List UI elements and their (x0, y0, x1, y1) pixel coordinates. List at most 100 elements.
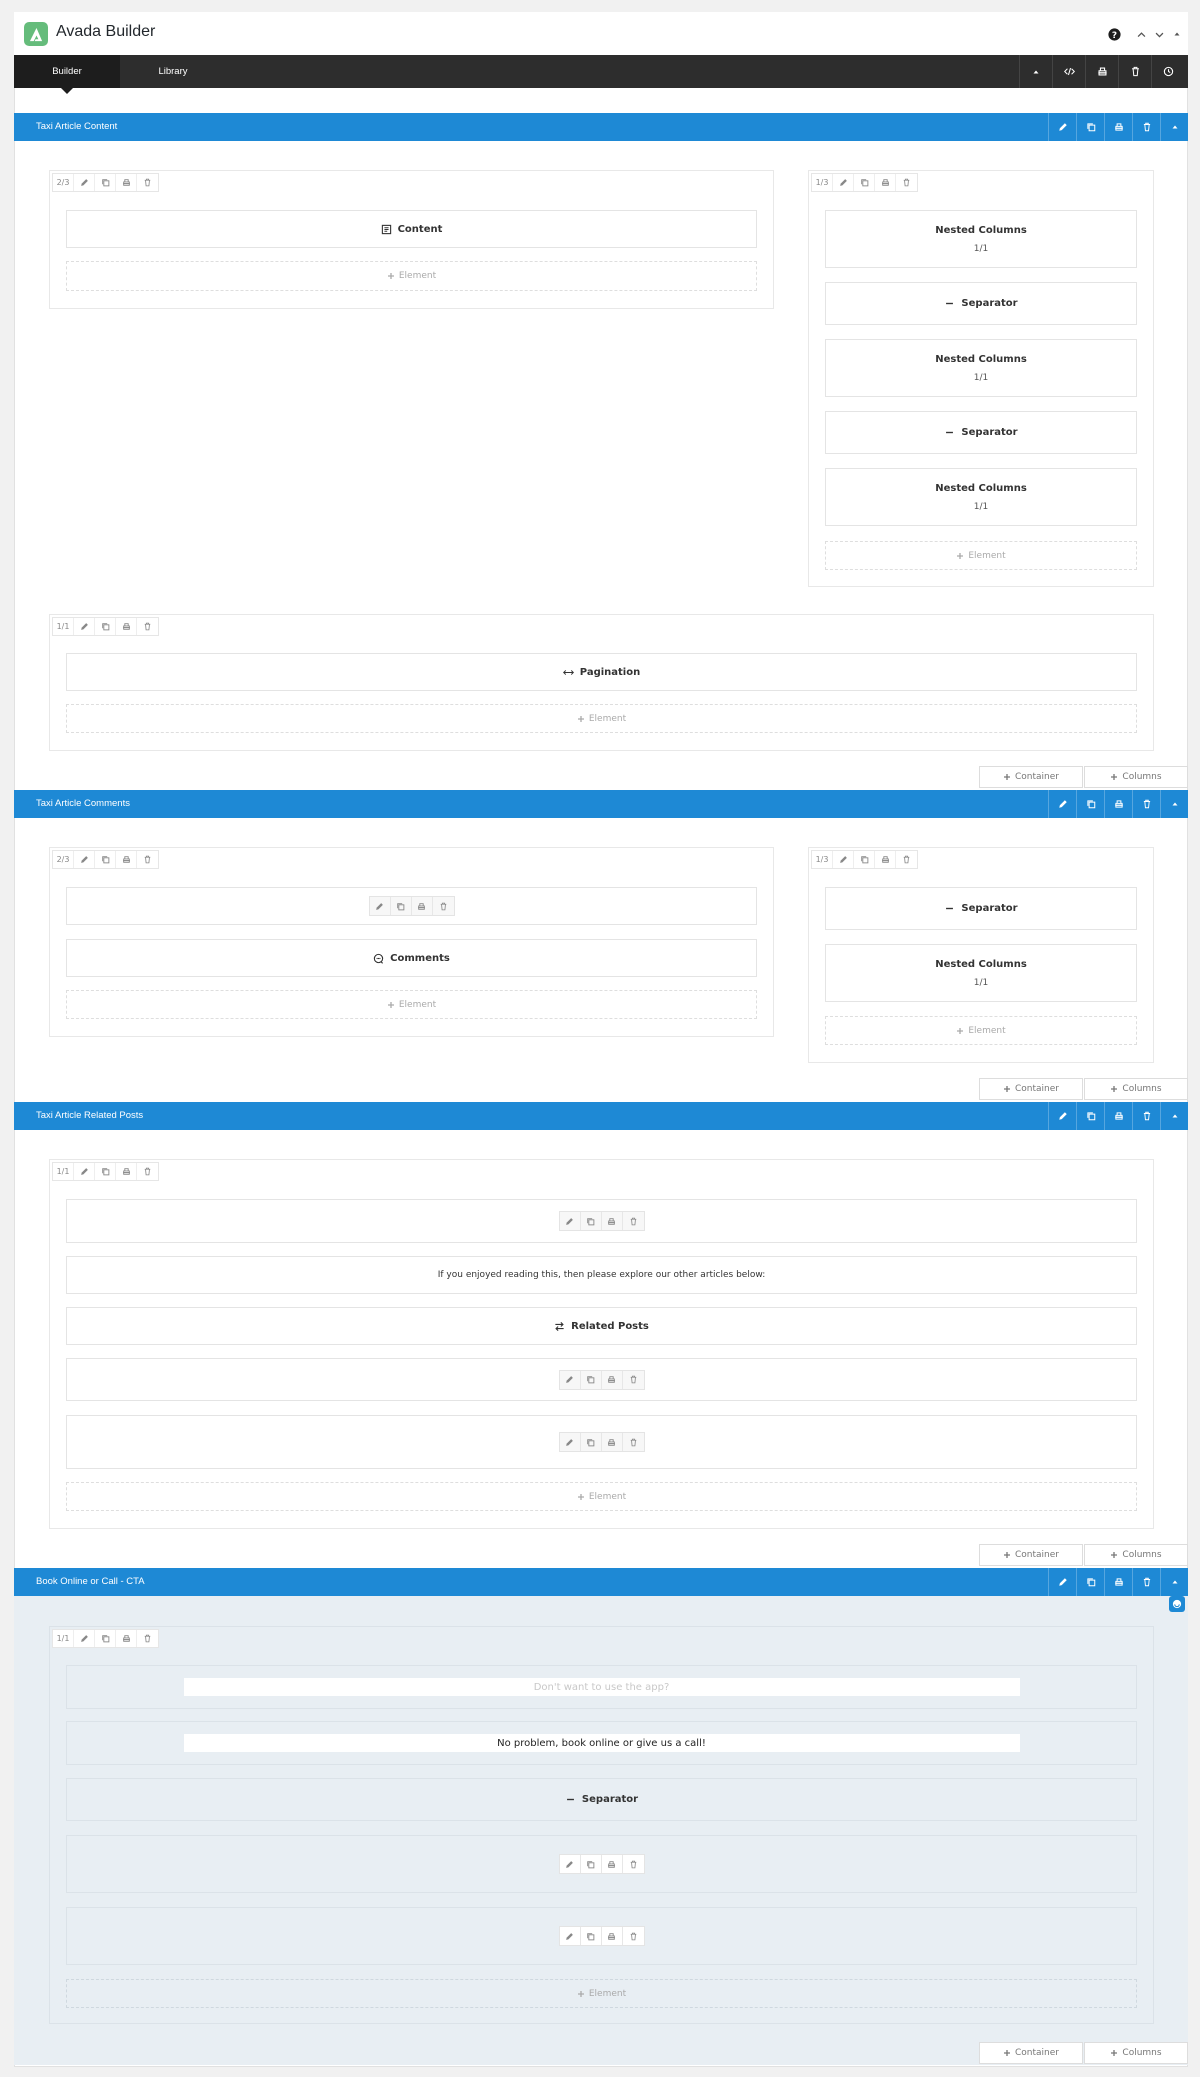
chevron-down-icon[interactable] (1150, 25, 1168, 43)
edit-container-icon[interactable] (1048, 1568, 1076, 1596)
delete-element-icon[interactable] (623, 1855, 644, 1873)
save-container-icon[interactable] (1104, 1102, 1132, 1130)
help-icon[interactable] (1105, 25, 1123, 43)
add-element-button[interactable]: Element (66, 704, 1137, 733)
tab-builder[interactable]: Builder (14, 55, 120, 94)
element-separator[interactable]: Separator (66, 1778, 1137, 1821)
add-columns-button[interactable]: Columns (1084, 2042, 1188, 2064)
add-columns-button[interactable]: Columns (1084, 1078, 1188, 1100)
element-unlabeled[interactable] (66, 1835, 1137, 1893)
nav-collapse-icon[interactable] (1019, 55, 1052, 88)
clone-element-icon[interactable] (581, 1433, 602, 1451)
delete-column-icon[interactable] (896, 851, 917, 868)
chevron-up-icon[interactable] (1132, 25, 1150, 43)
clone-column-icon[interactable] (854, 851, 875, 868)
save-layout-icon[interactable] (1085, 55, 1118, 88)
delete-column-icon[interactable] (137, 618, 158, 635)
element-related-posts[interactable]: Related Posts (66, 1307, 1137, 1345)
clone-column-icon[interactable] (95, 1163, 116, 1180)
save-column-icon[interactable] (116, 1630, 137, 1647)
delete-column-icon[interactable] (896, 174, 917, 191)
clone-element-icon[interactable] (581, 1855, 602, 1873)
clone-column-icon[interactable] (95, 618, 116, 635)
element-pagination[interactable]: Pagination (66, 653, 1137, 691)
delete-container-icon[interactable] (1132, 1568, 1160, 1596)
clone-column-icon[interactable] (854, 174, 875, 191)
add-container-button[interactable]: Container (979, 766, 1083, 788)
edit-container-icon[interactable] (1048, 113, 1076, 141)
chat-bubble-icon[interactable] (1169, 1596, 1185, 1612)
edit-element-icon[interactable] (560, 1212, 581, 1230)
container-bar[interactable]: Taxi Article Comments (14, 790, 1188, 818)
clone-column-icon[interactable] (95, 1630, 116, 1647)
save-container-icon[interactable] (1104, 1568, 1132, 1596)
delete-column-icon[interactable] (137, 851, 158, 868)
add-element-button[interactable]: Element (66, 261, 757, 291)
container-bar[interactable]: Book Online or Call - CTA (14, 1568, 1188, 1596)
clone-container-icon[interactable] (1076, 1102, 1104, 1130)
add-element-button[interactable]: Element (825, 541, 1137, 570)
collapse-container-icon[interactable] (1160, 1102, 1188, 1130)
save-element-icon[interactable] (602, 1855, 623, 1873)
delete-column-icon[interactable] (137, 174, 158, 191)
save-element-icon[interactable] (602, 1433, 623, 1451)
save-column-icon[interactable] (116, 174, 137, 191)
element-nested-columns[interactable]: Nested Columns 1/1 (825, 944, 1137, 1002)
add-container-button[interactable]: Container (979, 1544, 1083, 1566)
clone-container-icon[interactable] (1076, 113, 1104, 141)
clone-column-icon[interactable] (95, 174, 116, 191)
collapse-container-icon[interactable] (1160, 1568, 1188, 1596)
edit-container-icon[interactable] (1048, 1102, 1076, 1130)
clone-element-icon[interactable] (391, 897, 412, 915)
save-column-icon[interactable] (116, 1163, 137, 1180)
edit-column-icon[interactable] (833, 174, 854, 191)
delete-column-icon[interactable] (137, 1630, 158, 1647)
element-unlabeled[interactable] (66, 1358, 1137, 1401)
element-nested-columns[interactable]: Nested Columns 1/1 (825, 339, 1137, 397)
edit-container-icon[interactable] (1048, 790, 1076, 818)
save-container-icon[interactable] (1104, 113, 1132, 141)
history-icon[interactable] (1151, 55, 1184, 88)
delete-element-icon[interactable] (623, 1212, 644, 1230)
edit-element-icon[interactable] (370, 897, 391, 915)
element-title[interactable]: Don't want to use the app? (66, 1665, 1137, 1709)
add-container-button[interactable]: Container (979, 2042, 1083, 2064)
delete-element-icon[interactable] (433, 897, 454, 915)
delete-container-icon[interactable] (1132, 1102, 1160, 1130)
edit-column-icon[interactable] (833, 851, 854, 868)
delete-container-icon[interactable] (1132, 113, 1160, 141)
save-column-icon[interactable] (875, 174, 896, 191)
clone-element-icon[interactable] (581, 1370, 602, 1389)
save-element-icon[interactable] (602, 1927, 623, 1945)
edit-column-icon[interactable] (74, 1163, 95, 1180)
add-columns-button[interactable]: Columns (1084, 1544, 1188, 1566)
element-separator[interactable]: Separator (825, 411, 1137, 454)
add-columns-button[interactable]: Columns (1084, 766, 1188, 788)
code-view-icon[interactable] (1052, 55, 1085, 88)
edit-element-icon[interactable] (560, 1927, 581, 1945)
column-size[interactable]: 2/3 (53, 174, 74, 191)
collapse-container-icon[interactable] (1160, 790, 1188, 818)
edit-column-icon[interactable] (74, 174, 95, 191)
save-column-icon[interactable] (116, 618, 137, 635)
add-element-button[interactable]: Element (66, 990, 757, 1019)
element-text-block[interactable]: If you enjoyed reading this, then please… (66, 1256, 1137, 1294)
delete-element-icon[interactable] (623, 1433, 644, 1451)
element-unlabeled[interactable] (66, 887, 757, 925)
delete-container-icon[interactable] (1132, 790, 1160, 818)
edit-element-icon[interactable] (560, 1855, 581, 1873)
delete-column-icon[interactable] (137, 1163, 158, 1180)
collapse-container-icon[interactable] (1160, 113, 1188, 141)
clone-container-icon[interactable] (1076, 1568, 1104, 1596)
clone-element-icon[interactable] (581, 1927, 602, 1945)
element-unlabeled[interactable] (66, 1199, 1137, 1243)
element-nested-columns[interactable]: Nested Columns 1/1 (825, 210, 1137, 268)
save-element-icon[interactable] (602, 1212, 623, 1230)
container-bar[interactable]: Taxi Article Related Posts (14, 1102, 1188, 1130)
element-unlabeled[interactable] (66, 1907, 1137, 1965)
clone-container-icon[interactable] (1076, 790, 1104, 818)
tab-library[interactable]: Library (120, 55, 226, 88)
column-size[interactable]: 1/3 (812, 851, 833, 868)
save-element-icon[interactable] (602, 1370, 623, 1389)
save-element-icon[interactable] (412, 897, 433, 915)
